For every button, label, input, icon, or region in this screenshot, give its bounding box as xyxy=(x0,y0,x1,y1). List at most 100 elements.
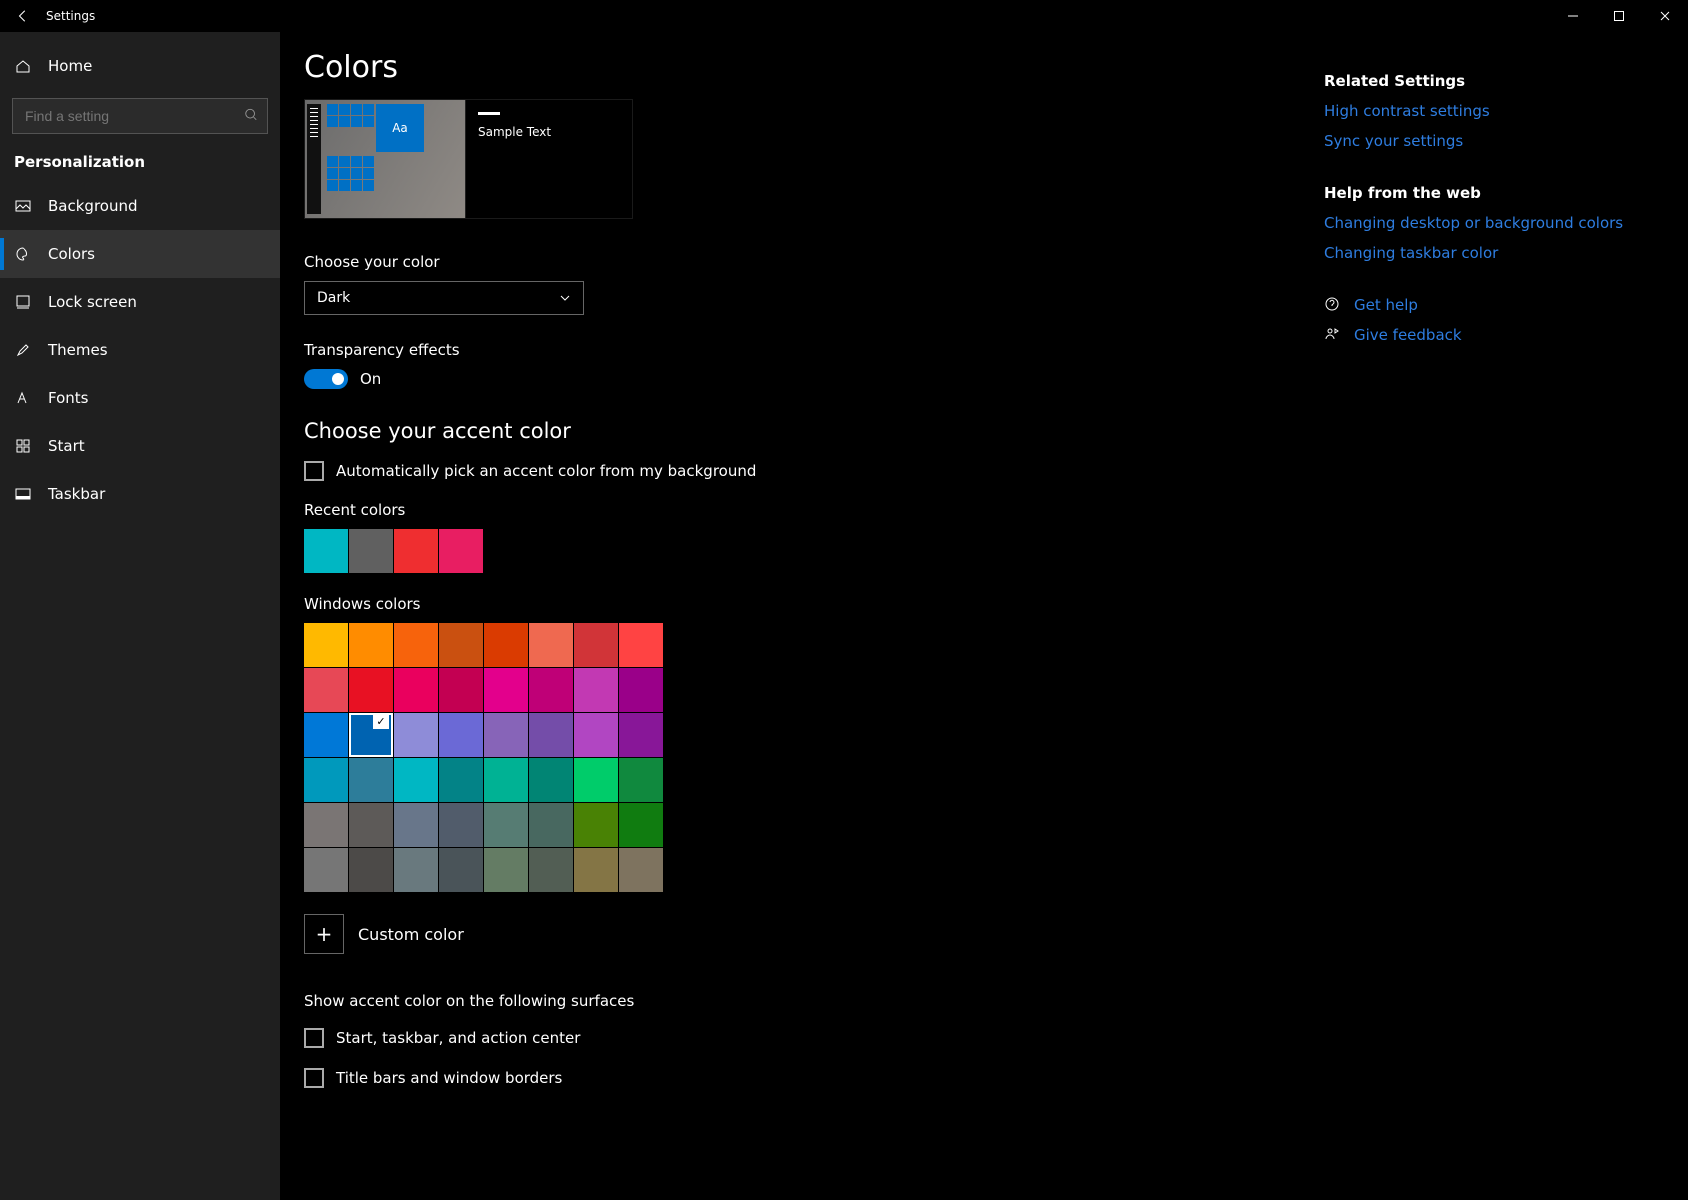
color-swatch[interactable] xyxy=(304,848,348,892)
color-swatch[interactable] xyxy=(574,668,618,712)
color-swatch[interactable] xyxy=(304,529,348,573)
lockscreen-icon xyxy=(14,293,32,311)
color-swatch[interactable] xyxy=(484,803,528,847)
sidebar-item-home[interactable]: Home xyxy=(0,42,280,90)
link-change-taskbar[interactable]: Changing taskbar color xyxy=(1324,244,1664,262)
color-swatch[interactable] xyxy=(619,758,663,802)
choose-color-label: Choose your color xyxy=(304,253,1324,271)
give-feedback-row[interactable]: Give feedback xyxy=(1324,326,1664,344)
link-high-contrast[interactable]: High contrast settings xyxy=(1324,102,1664,120)
color-swatch[interactable] xyxy=(394,623,438,667)
color-swatch[interactable] xyxy=(394,529,438,573)
color-swatch[interactable] xyxy=(394,758,438,802)
search-input[interactable] xyxy=(12,98,268,134)
color-swatch[interactable] xyxy=(619,668,663,712)
link-change-bg[interactable]: Changing desktop or background colors xyxy=(1324,214,1664,232)
transparency-label: Transparency effects xyxy=(304,341,1324,359)
color-swatch[interactable] xyxy=(439,803,483,847)
color-swatch[interactable] xyxy=(529,758,573,802)
color-swatch[interactable] xyxy=(574,623,618,667)
recent-colors-row xyxy=(304,529,1324,573)
surfaces-heading: Show accent color on the following surfa… xyxy=(304,992,1324,1010)
get-help-row[interactable]: Get help xyxy=(1324,296,1664,314)
sidebar-item-taskbar[interactable]: Taskbar xyxy=(0,470,280,518)
color-swatch[interactable] xyxy=(394,803,438,847)
sidebar-item-colors[interactable]: Colors xyxy=(0,230,280,278)
auto-pick-label: Automatically pick an accent color from … xyxy=(336,462,756,480)
color-swatch[interactable] xyxy=(484,848,528,892)
sidebar-item-lockscreen[interactable]: Lock screen xyxy=(0,278,280,326)
color-swatch[interactable] xyxy=(349,803,393,847)
color-swatch[interactable] xyxy=(529,713,573,757)
color-swatch[interactable] xyxy=(439,758,483,802)
color-swatch[interactable] xyxy=(529,848,573,892)
color-swatch[interactable] xyxy=(619,623,663,667)
color-swatch[interactable] xyxy=(349,758,393,802)
sidebar: Home Personalization Background Colors L… xyxy=(0,32,280,1200)
auto-pick-checkbox-row[interactable]: Automatically pick an accent color from … xyxy=(304,461,1324,481)
link-sync-settings[interactable]: Sync your settings xyxy=(1324,132,1664,150)
color-swatch[interactable] xyxy=(484,623,528,667)
color-swatch[interactable] xyxy=(574,713,618,757)
sidebar-item-label: Themes xyxy=(48,341,108,359)
color-mode-dropdown[interactable]: Dark xyxy=(304,281,584,315)
color-swatch[interactable] xyxy=(304,758,348,802)
custom-color-button[interactable]: + xyxy=(304,914,344,954)
checkbox[interactable] xyxy=(304,1028,324,1048)
sidebar-item-fonts[interactable]: Fonts xyxy=(0,374,280,422)
color-swatch[interactable] xyxy=(619,803,663,847)
color-swatch[interactable] xyxy=(439,668,483,712)
surface-titlebars-row[interactable]: Title bars and window borders xyxy=(304,1068,1324,1088)
color-swatch[interactable] xyxy=(484,668,528,712)
feedback-icon xyxy=(1324,326,1342,344)
sidebar-item-start[interactable]: Start xyxy=(0,422,280,470)
color-swatch[interactable] xyxy=(439,623,483,667)
sidebar-category: Personalization xyxy=(0,142,280,182)
back-button[interactable] xyxy=(0,0,46,32)
checkbox[interactable] xyxy=(304,461,324,481)
color-swatch[interactable] xyxy=(439,848,483,892)
color-swatch[interactable] xyxy=(484,713,528,757)
sidebar-item-label: Background xyxy=(48,197,138,215)
start-icon xyxy=(14,437,32,455)
sidebar-item-label: Lock screen xyxy=(48,293,137,311)
color-swatch[interactable] xyxy=(349,623,393,667)
color-swatch[interactable] xyxy=(394,713,438,757)
color-swatch[interactable] xyxy=(529,623,573,667)
color-swatch[interactable] xyxy=(304,713,348,757)
surface-titlebars-label: Title bars and window borders xyxy=(336,1069,562,1087)
right-pane: Related Settings High contrast settings … xyxy=(1324,50,1664,1182)
minimize-button[interactable] xyxy=(1550,0,1596,32)
color-swatch[interactable] xyxy=(349,713,393,757)
color-swatch[interactable] xyxy=(304,803,348,847)
sidebar-item-background[interactable]: Background xyxy=(0,182,280,230)
color-swatch[interactable] xyxy=(529,803,573,847)
taskbar-icon xyxy=(14,485,32,503)
sidebar-item-themes[interactable]: Themes xyxy=(0,326,280,374)
color-swatch[interactable] xyxy=(529,668,573,712)
chevron-down-icon xyxy=(559,292,571,304)
color-swatch[interactable] xyxy=(574,758,618,802)
surface-start-row[interactable]: Start, taskbar, and action center xyxy=(304,1028,1324,1048)
color-swatch[interactable] xyxy=(349,529,393,573)
color-swatch[interactable] xyxy=(349,848,393,892)
color-swatch[interactable] xyxy=(574,848,618,892)
color-swatch[interactable] xyxy=(394,668,438,712)
color-swatch[interactable] xyxy=(304,668,348,712)
sidebar-item-label: Colors xyxy=(48,245,95,263)
related-heading: Related Settings xyxy=(1324,72,1664,90)
color-swatch[interactable] xyxy=(484,758,528,802)
color-swatch[interactable] xyxy=(349,668,393,712)
windows-colors-grid xyxy=(304,623,1324,892)
color-swatch[interactable] xyxy=(304,623,348,667)
color-swatch[interactable] xyxy=(619,848,663,892)
color-swatch[interactable] xyxy=(394,848,438,892)
color-swatch[interactable] xyxy=(439,529,483,573)
color-swatch[interactable] xyxy=(439,713,483,757)
color-swatch[interactable] xyxy=(574,803,618,847)
checkbox[interactable] xyxy=(304,1068,324,1088)
maximize-button[interactable] xyxy=(1596,0,1642,32)
close-button[interactable] xyxy=(1642,0,1688,32)
transparency-toggle[interactable] xyxy=(304,369,348,389)
color-swatch[interactable] xyxy=(619,713,663,757)
